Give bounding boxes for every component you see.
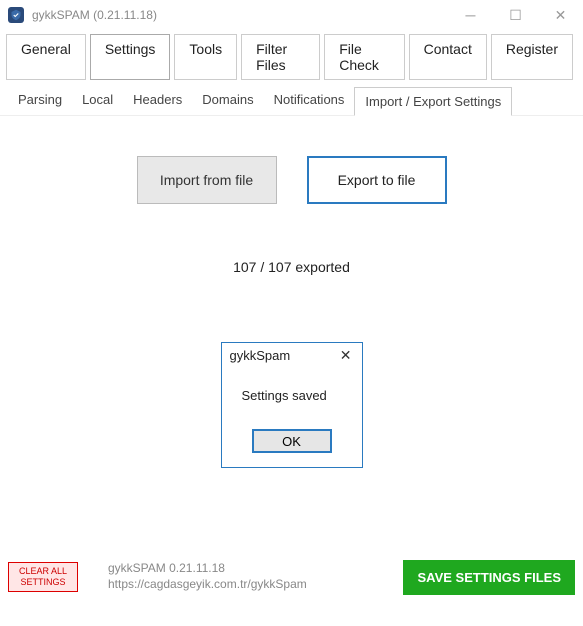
subtab-domains[interactable]: Domains	[192, 86, 263, 115]
import-from-file-button[interactable]: Import from file	[137, 156, 277, 204]
footer-info: gykkSPAM 0.21.11.18 https://cagdasgeyik.…	[108, 561, 307, 592]
dialog-footer: OK	[222, 421, 362, 467]
app-icon	[8, 7, 24, 23]
clear-all-settings-button[interactable]: CLEAR ALL SETTINGS	[8, 562, 78, 592]
dialog-titlebar: gykkSpam ✕	[222, 343, 362, 370]
tab-tools[interactable]: Tools	[174, 34, 237, 80]
tab-register[interactable]: Register	[491, 34, 573, 80]
tab-filter-files[interactable]: Filter Files	[241, 34, 320, 80]
sub-tabs: Parsing Local Headers Domains Notificati…	[0, 80, 583, 116]
tab-contact[interactable]: Contact	[409, 34, 487, 80]
dialog-message: Settings saved	[222, 370, 362, 421]
tab-file-check[interactable]: File Check	[324, 34, 404, 80]
footer-url: https://cagdasgeyik.com.tr/gykkSpam	[108, 577, 307, 593]
subtab-headers[interactable]: Headers	[123, 86, 192, 115]
dialog-title: gykkSpam	[230, 348, 291, 363]
footer: CLEAR ALL SETTINGS gykkSPAM 0.21.11.18 h…	[0, 556, 583, 598]
footer-version: gykkSPAM 0.21.11.18	[108, 561, 307, 577]
clear-line1: CLEAR ALL	[19, 566, 67, 577]
subtab-import-export[interactable]: Import / Export Settings	[354, 87, 512, 116]
clear-line2: SETTINGS	[20, 577, 65, 588]
tab-general[interactable]: General	[6, 34, 86, 80]
export-status-text: 107 / 107 exported	[0, 259, 583, 275]
button-row: Import from file Export to file	[0, 156, 583, 204]
subtab-notifications[interactable]: Notifications	[264, 86, 355, 115]
save-settings-files-button[interactable]: SAVE SETTINGS FILES	[403, 560, 575, 595]
subtab-parsing[interactable]: Parsing	[8, 86, 72, 115]
window-title: gykkSPAM (0.21.11.18)	[32, 8, 157, 22]
close-button[interactable]: ✕	[538, 0, 583, 30]
titlebar: gykkSPAM (0.21.11.18) ─ ☐ ✕	[0, 0, 583, 30]
minimize-button[interactable]: ─	[448, 0, 493, 30]
dialog: gykkSpam ✕ Settings saved OK	[221, 342, 363, 468]
dialog-close-icon[interactable]: ✕	[336, 347, 356, 364]
maximize-button[interactable]: ☐	[493, 0, 538, 30]
tab-settings[interactable]: Settings	[90, 34, 171, 80]
export-to-file-button[interactable]: Export to file	[307, 156, 447, 204]
subtab-local[interactable]: Local	[72, 86, 123, 115]
ok-button[interactable]: OK	[252, 429, 332, 453]
main-tabs: General Settings Tools Filter Files File…	[0, 30, 583, 80]
